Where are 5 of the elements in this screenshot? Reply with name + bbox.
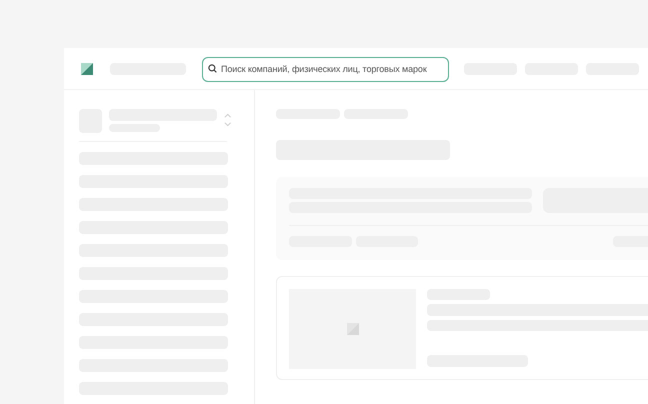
logo-icon xyxy=(81,62,93,74)
search-field[interactable]: Поиск компаний, физических лиц, торговых марок xyxy=(202,56,449,82)
image-icon xyxy=(346,323,358,335)
search-icon xyxy=(208,64,217,73)
chevron-up-down-icon xyxy=(224,113,231,127)
